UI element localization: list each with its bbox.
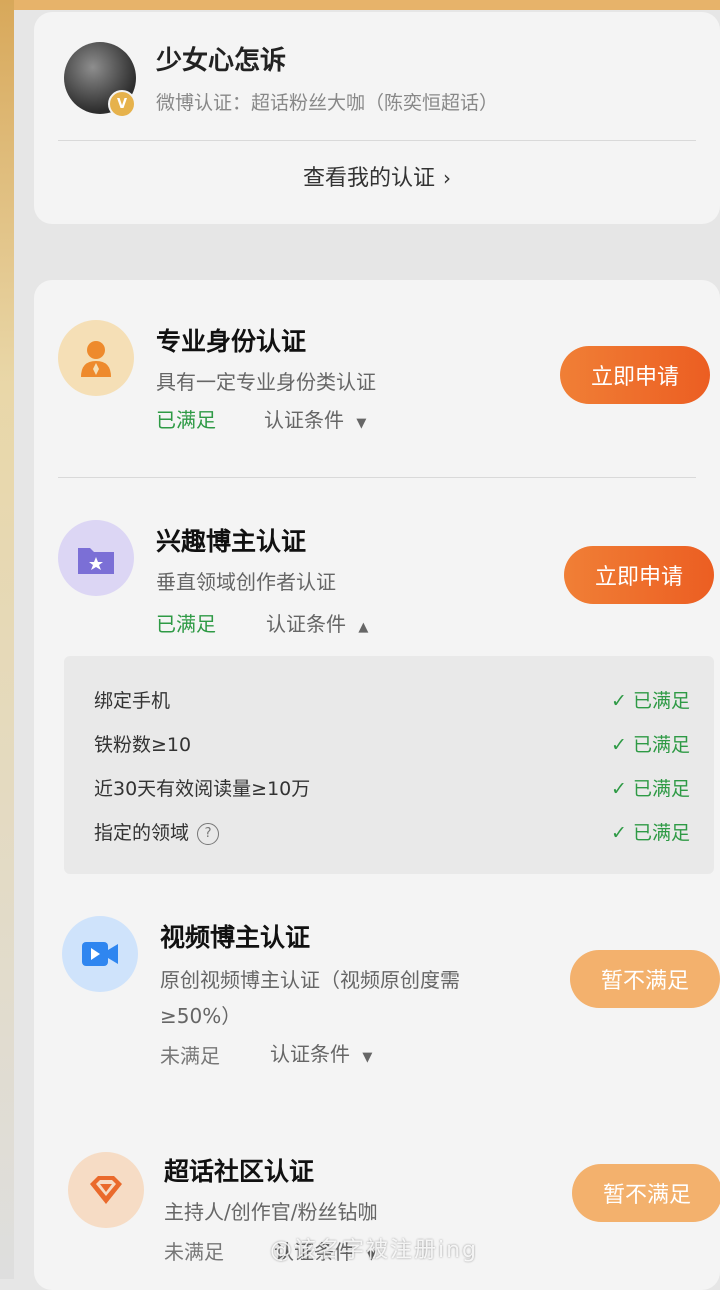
section-status: 已满足 xyxy=(156,612,216,636)
conditions-toggle[interactable]: 认证条件 ▲ xyxy=(266,608,368,637)
conditions-toggle[interactable]: 认证条件 ▼ xyxy=(270,1038,372,1067)
conditions-toggle[interactable]: 认证条件 ▼ xyxy=(264,404,366,433)
condition-row: 近30天有效阅读量≥10万 ✓ 已满足 xyxy=(94,774,690,804)
username: 少女心怎诉 xyxy=(156,46,287,76)
profile-card: V 少女心怎诉 微博认证：超话粉丝大咖（陈奕恒超话） 查看我的认证 › xyxy=(34,12,720,224)
section-title: 兴趣博主认证 xyxy=(156,527,307,556)
top-edge xyxy=(0,0,720,10)
condition-row: 绑定手机 ✓ 已满足 xyxy=(94,686,690,716)
verification-text: 微博认证：超话粉丝大咖（陈奕恒超话） xyxy=(156,92,499,114)
divider xyxy=(58,477,696,478)
section-status: 未满足 xyxy=(160,1044,220,1068)
certification-list: 专业身份认证 具有一定专业身份类认证 已满足 认证条件 ▼ 立即申请 兴趣博主认… xyxy=(34,280,720,1290)
folder-star-icon xyxy=(58,520,134,596)
triangle-down-icon: ▼ xyxy=(356,416,367,431)
condition-status: ✓ 已满足 xyxy=(611,734,690,756)
section-description: ≥50%） xyxy=(160,1004,242,1028)
verified-badge-icon: V xyxy=(108,90,136,118)
person-icon xyxy=(58,320,134,396)
left-edge xyxy=(0,0,14,1279)
section-status: 未满足 xyxy=(164,1240,224,1264)
section-title: 专业身份认证 xyxy=(156,327,307,356)
section-description: 具有一定专业身份类认证 xyxy=(156,370,376,394)
section-description: 主持人/创作官/粉丝钻咖 xyxy=(164,1200,378,1224)
section-status: 已满足 xyxy=(156,408,216,432)
view-certification-label: 查看我的认证 xyxy=(302,166,435,191)
apply-button[interactable]: 立即申请 xyxy=(564,546,714,604)
section-description: 原创视频博主认证（视频原创度需 xyxy=(160,968,460,992)
condition-label: 指定的领域? xyxy=(94,818,220,845)
condition-row: 指定的领域? ✓ 已满足 xyxy=(94,818,690,848)
condition-status: ✓ 已满足 xyxy=(611,822,690,844)
condition-row: 铁粉数≥10 ✓ 已满足 xyxy=(94,730,690,760)
watermark: @该名字被注册ing xyxy=(270,1238,479,1263)
triangle-up-icon: ▲ xyxy=(358,620,369,635)
condition-label: 绑定手机 xyxy=(94,690,171,712)
conditions-label: 认证条件 xyxy=(264,408,344,432)
chevron-right-icon: › xyxy=(443,166,451,190)
apply-button[interactable]: 立即申请 xyxy=(560,346,710,404)
diamond-icon xyxy=(68,1152,144,1228)
condition-status: ✓ 已满足 xyxy=(611,690,690,712)
conditions-label: 认证条件 xyxy=(266,612,346,636)
section-title: 视频博主认证 xyxy=(160,923,311,952)
condition-status: ✓ 已满足 xyxy=(611,778,690,800)
triangle-down-icon: ▼ xyxy=(362,1050,373,1065)
condition-label: 近30天有效阅读量≥10万 xyxy=(94,778,311,800)
section-title: 超话社区认证 xyxy=(164,1157,315,1186)
divider xyxy=(58,140,696,141)
conditions-label: 认证条件 xyxy=(270,1042,350,1066)
not-eligible-button[interactable]: 暂不满足 xyxy=(570,950,720,1008)
section-description: 垂直领域创作者认证 xyxy=(156,570,336,594)
help-icon[interactable]: ? xyxy=(197,822,220,845)
conditions-panel: 绑定手机 ✓ 已满足 铁粉数≥10 ✓ 已满足 近30天有效阅读量≥10万 ✓ … xyxy=(64,656,714,874)
condition-label: 铁粉数≥10 xyxy=(94,734,192,756)
video-icon xyxy=(62,916,138,992)
not-eligible-button[interactable]: 暂不满足 xyxy=(572,1164,720,1222)
view-certification-link[interactable]: 查看我的认证 › xyxy=(34,160,720,192)
